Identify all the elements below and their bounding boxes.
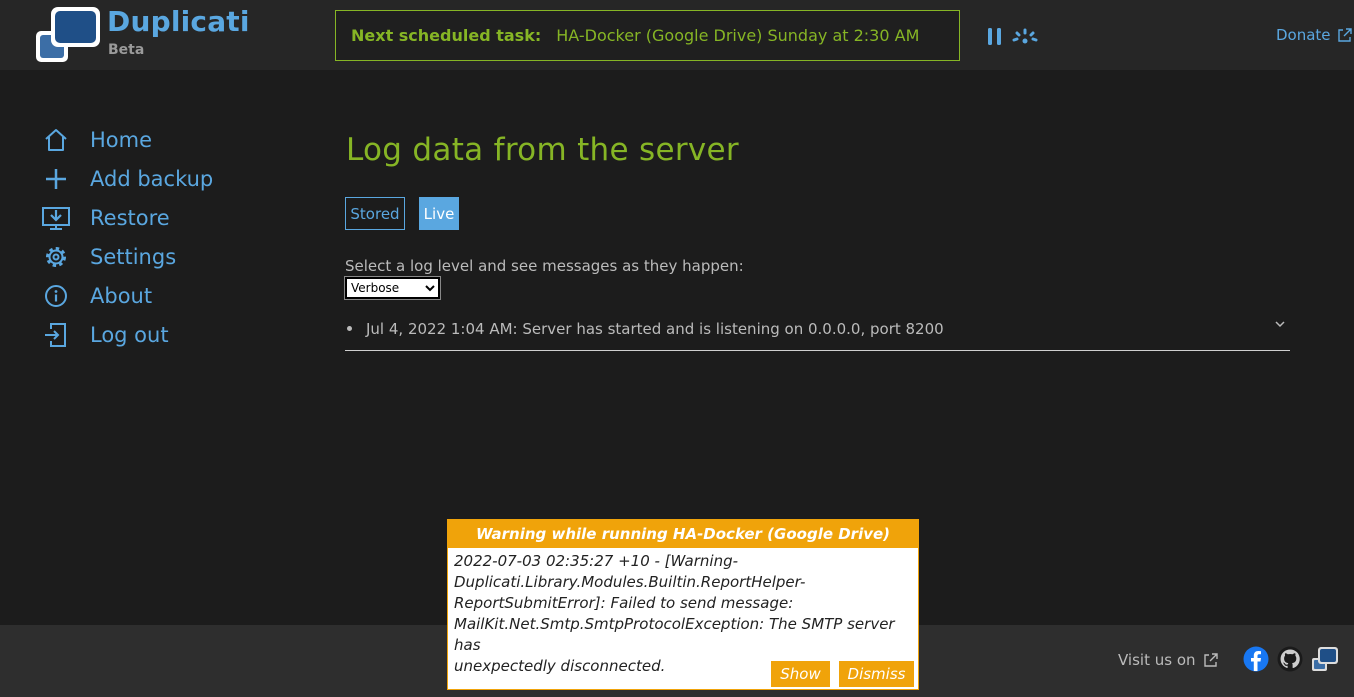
pause-icon[interactable]: [987, 28, 1003, 45]
github-icon[interactable]: [1277, 646, 1303, 672]
notification-line: ReportSubmitError]: Failed to send messa…: [454, 594, 794, 612]
tab-stored[interactable]: Stored: [345, 197, 405, 230]
log-entry-text: Jul 4, 2022 1:04 AM: Server has started …: [366, 320, 944, 338]
external-link-icon: [1337, 27, 1352, 42]
log-level-hint: Select a log level and see messages as t…: [345, 257, 744, 275]
log-entry[interactable]: Jul 4, 2022 1:04 AM: Server has started …: [345, 318, 1290, 351]
notification-title: Warning while running HA-Docker (Google …: [448, 520, 918, 548]
sidebar-item-label: Add backup: [90, 166, 214, 191]
facebook-icon[interactable]: [1243, 646, 1269, 672]
next-task-value: HA-Docker (Google Drive) Sunday at 2:30 …: [556, 26, 920, 45]
dismiss-button[interactable]: Dismiss: [839, 661, 914, 687]
visit-us-text: Visit us on: [1118, 651, 1196, 669]
sidebar-item-label: Settings: [90, 244, 177, 269]
app-sub-label: Beta: [108, 42, 145, 58]
notification-line: MailKit.Net.Smtp.SmtpProtocolException: …: [454, 615, 895, 654]
throttle-speed-icon[interactable]: [1011, 27, 1039, 45]
page-title: Log data from the server: [346, 132, 739, 168]
notification-line: Duplicati.Library.Modules.Builtin.Report…: [454, 573, 806, 591]
warning-notification: Warning while running HA-Docker (Google …: [447, 519, 919, 690]
sidebar-nav: Home Add backup Restore Settings About L…: [40, 120, 290, 354]
sidebar-item-logout[interactable]: Log out: [40, 315, 290, 354]
plus-icon: [40, 165, 72, 193]
gear-icon: [40, 243, 72, 271]
sidebar-item-home[interactable]: Home: [40, 120, 290, 159]
duplicati-logo-icon[interactable]: [1311, 645, 1339, 673]
notification-line: 2022-07-03 02:35:27 +10 - [Warning-: [454, 552, 739, 570]
app-name[interactable]: Duplicati: [107, 5, 250, 38]
chevron-down-icon[interactable]: [1274, 318, 1286, 330]
visit-us-label: Visit us on: [1118, 651, 1218, 669]
logout-icon: [40, 321, 72, 349]
info-icon: [40, 282, 72, 310]
sidebar-item-settings[interactable]: Settings: [40, 237, 290, 276]
sidebar-item-label: About: [90, 283, 153, 308]
donate-link[interactable]: Donate: [1276, 26, 1352, 44]
sidebar-item-label: Restore: [90, 205, 170, 230]
bullet-icon: [347, 326, 352, 331]
home-icon: [40, 126, 72, 154]
sidebar-item-restore[interactable]: Restore: [40, 198, 290, 237]
sidebar-item-label: Home: [90, 127, 153, 152]
restore-icon: [40, 204, 72, 232]
tab-live[interactable]: Live: [419, 197, 459, 230]
donate-label: Donate: [1276, 26, 1331, 44]
header: Duplicati Beta Next scheduled task: HA-D…: [0, 0, 1354, 70]
notification-message: 2022-07-03 02:35:27 +10 - [Warning- Dupl…: [448, 548, 918, 677]
sidebar-item-add-backup[interactable]: Add backup: [40, 159, 290, 198]
next-task-banner: Next scheduled task: HA-Docker (Google D…: [335, 10, 960, 61]
log-level-select[interactable]: Verbose: [344, 276, 441, 300]
sidebar-item-label: Log out: [90, 322, 169, 347]
duplicati-logo-icon[interactable]: [34, 6, 102, 64]
next-task-label: Next scheduled task:: [351, 26, 542, 45]
sidebar-item-about[interactable]: About: [40, 276, 290, 315]
show-button[interactable]: Show: [771, 661, 830, 687]
external-link-icon: [1203, 652, 1218, 667]
